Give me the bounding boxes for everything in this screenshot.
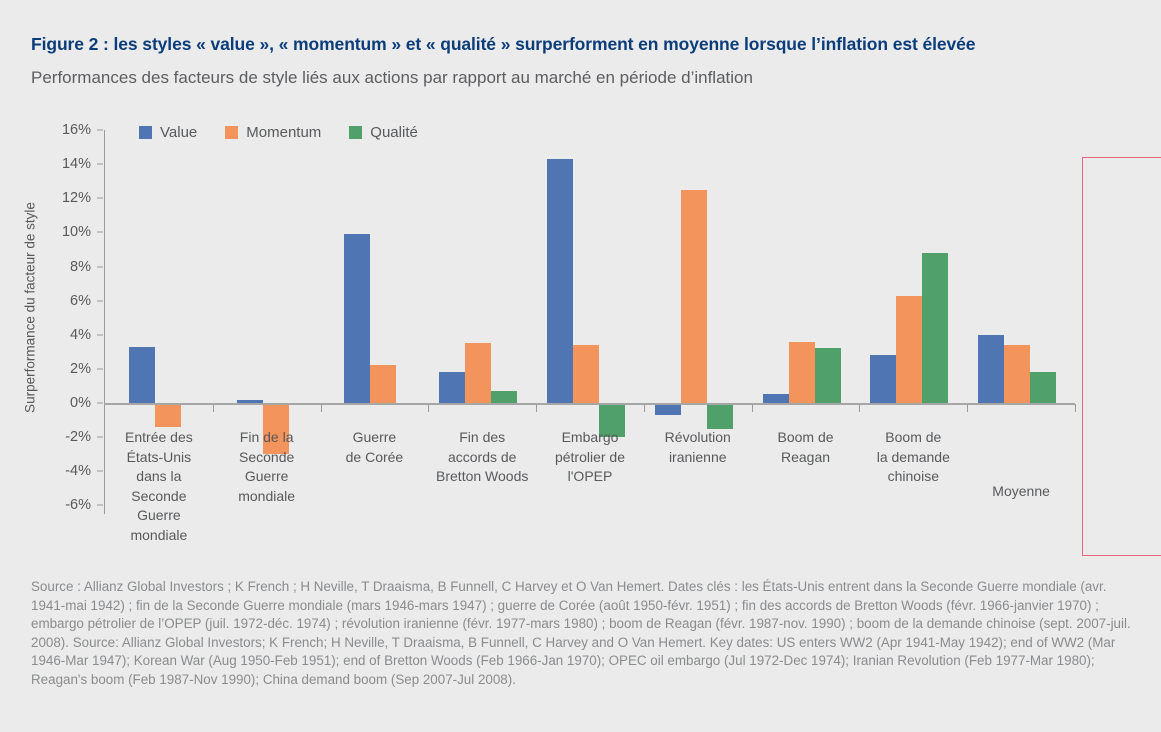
y-axis-tick-mark (97, 129, 103, 131)
bar-group-bars (321, 110, 429, 570)
moyenne-highlight-box (1082, 157, 1161, 556)
bar-momentum[interactable] (788, 341, 815, 403)
bar-qualite[interactable] (922, 252, 949, 403)
bar-momentum[interactable] (154, 403, 181, 427)
y-axis-tick-labels: 16% 14% 12% 10% 8% 6% 4% 2% 0% -2% -4% -6% (43, 110, 91, 570)
y-axis-tick-mark (97, 231, 103, 233)
bar-value[interactable] (762, 394, 789, 403)
y-axis-tick-label: 2% (70, 360, 91, 377)
bar-momentum[interactable] (370, 365, 397, 403)
y-axis-tick-mark (97, 334, 103, 336)
bar-group: Fin de la Seconde Guerre mondiale (213, 110, 322, 570)
bar-group: Fin des accords de Bretton Woods (428, 110, 538, 570)
y-axis-tick-label: -6% (65, 497, 91, 514)
y-axis-tick-mark (97, 368, 103, 370)
x-axis-line (104, 403, 1075, 405)
bar-qualite[interactable] (491, 391, 518, 403)
x-axis-category-label: Entrée des États-Unis dans la Seconde Guerre… (125, 429, 193, 543)
bar-qualite[interactable] (1030, 372, 1057, 403)
bar-value[interactable] (978, 334, 1005, 403)
y-axis-tick-label: 6% (70, 292, 91, 309)
y-axis-tick-label: 12% (61, 190, 91, 207)
y-axis-title: Surperformance du facteur de style (22, 202, 38, 413)
legend-item-momentum[interactable]: Momentum (225, 124, 321, 141)
bar-value[interactable] (128, 346, 155, 403)
bar-group: Boom de Reagan (752, 110, 861, 570)
bar-group: Moyenne (967, 110, 1076, 570)
legend-item-value[interactable]: Value (139, 124, 197, 141)
bar-momentum[interactable] (680, 189, 707, 403)
x-axis-category-label: Boom de la demande chinoise (876, 429, 950, 484)
bar-value[interactable] (870, 355, 897, 403)
chart-legend: Value Momentum Qualité (139, 124, 418, 141)
legend-swatch-icon (225, 126, 239, 139)
legend-swatch-icon (139, 126, 152, 139)
legend-swatch-icon (349, 126, 363, 139)
y-axis-tick-mark (97, 163, 103, 165)
y-axis-tick-mark (97, 402, 103, 404)
legend-item-qualité[interactable]: Qualité (349, 124, 418, 141)
bar-group: Révolution iranienne (644, 110, 753, 570)
y-axis-tick-label: 10% (61, 224, 91, 241)
bar-group-bars (536, 110, 644, 570)
bar-momentum[interactable] (572, 344, 599, 403)
y-axis-tick-mark (97, 266, 103, 267)
legend-label: Qualité (370, 124, 418, 141)
y-axis-tick-label: -2% (65, 429, 91, 446)
source-note: Source : Allianz Global Investors ; K Fr… (31, 579, 1131, 687)
x-axis-category-label: Moyenne (992, 483, 1050, 499)
x-axis-category-label: Boom de Reagan (777, 429, 834, 465)
figure-title: Figure 2 : les styles « value », « momen… (31, 34, 976, 54)
y-axis-tick-label: 4% (70, 326, 91, 343)
y-axis-tick-label: 16% (61, 122, 91, 138)
y-axis-tick-mark (97, 197, 103, 199)
bar-group: Embargo pétrolier de l'OPEP (536, 110, 645, 570)
y-axis-tick-label: -4% (65, 463, 91, 480)
bar-momentum[interactable] (1004, 344, 1031, 403)
figure-subtitle: Performances des facteurs de style liés … (31, 68, 753, 87)
bar-chart: Surperformance du facteur de style 16% 14… (0, 110, 1161, 570)
bar-group-bars (644, 110, 752, 570)
legend-label: Momentum (246, 124, 322, 141)
bar-group: Boom de la demande chinoise (859, 110, 969, 570)
bar-group: Guerre de Corée (321, 110, 430, 570)
y-axis-tick-label: 8% (70, 258, 91, 275)
x-axis-category-label: Guerre de Corée (345, 429, 404, 465)
bar-value[interactable] (439, 372, 466, 403)
x-axis-tick-mark (1074, 404, 1076, 412)
x-axis-category-label: Fin de la Seconde Guerre mondiale (238, 429, 296, 504)
x-axis-category-label: Fin des accords de Bretton Woods (436, 429, 529, 484)
bar-group-bars (859, 110, 967, 570)
bar-value[interactable] (546, 159, 573, 403)
legend-label: Value (160, 124, 198, 141)
bar-qualite[interactable] (814, 348, 841, 403)
bar-group-bars (752, 110, 860, 570)
x-axis-category-label: Révolution iranienne (664, 429, 731, 465)
plot-area: Entrée des États-Unis dans la Seconde Guerre… (105, 110, 1161, 570)
bar-value[interactable] (654, 403, 681, 415)
bar-momentum[interactable] (465, 343, 492, 403)
y-axis-tick-mark (97, 300, 103, 302)
bar-momentum[interactable] (896, 295, 923, 403)
bar-value[interactable] (344, 234, 371, 403)
bar-qualite[interactable] (706, 403, 733, 429)
x-axis-category-label: Embargo pétrolier de l'OPEP (554, 429, 625, 484)
bar-group-bars (428, 110, 536, 570)
bar-group: Entrée des États-Unis dans la Seconde Guerre… (105, 110, 214, 570)
y-axis-tick-label: 0% (70, 395, 91, 411)
figure-page: Figure 2 : les styles « value », « momen… (0, 0, 1161, 732)
y-axis-tick-label: 14% (61, 156, 91, 173)
